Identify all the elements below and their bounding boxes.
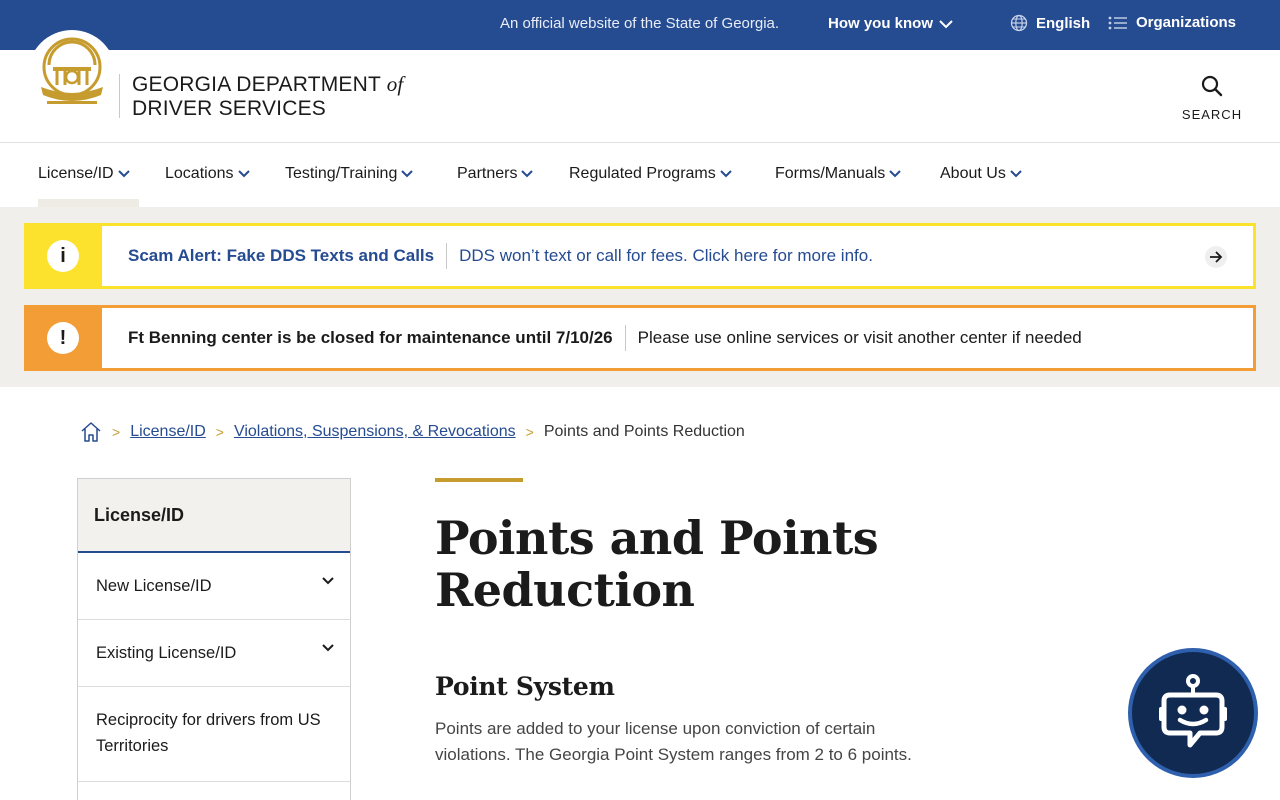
chevron-down-icon[interactable] <box>322 577 334 585</box>
official-website-text: An official website of the State of Geor… <box>500 15 780 32</box>
section-paragraph: Points are added to your license upon co… <box>435 719 912 764</box>
alert-title: Ft Benning center is be closed for maint… <box>128 325 626 351</box>
title-accent-bar <box>435 478 523 482</box>
list-icon <box>1108 16 1127 29</box>
chevron-right-icon: > <box>525 424 534 440</box>
nav-label: Regulated Programs <box>569 165 716 182</box>
breadcrumb-current: Points and Points Reduction <box>543 423 745 440</box>
nav-label: Testing/Training <box>285 165 398 182</box>
chevron-right-icon: > <box>215 424 224 440</box>
sidebar-heading[interactable]: License/ID <box>78 479 350 553</box>
exclamation-icon: ! <box>47 322 79 354</box>
sidebar-item-reciprocity[interactable]: Reciprocity for drivers from US Territor… <box>78 687 350 782</box>
alert-title: Scam Alert: Fake DDS Texts and Calls <box>128 243 448 269</box>
sidebar-item-label: Reciprocity for drivers from US Territor… <box>96 711 321 755</box>
search-icon <box>1201 75 1223 97</box>
logo-divider <box>119 74 120 118</box>
breadcrumb-link-license-id[interactable]: License/ID <box>130 423 206 441</box>
language-selector[interactable]: English <box>1010 14 1090 32</box>
home-icon[interactable] <box>80 421 102 443</box>
chatbot-button[interactable] <box>1128 648 1258 778</box>
site-header: GEORGIA DEPARTMENT of DRIVER SERVICES SE… <box>0 30 1280 143</box>
organizations-label: Organizations <box>1136 14 1237 31</box>
georgia-seal-logo[interactable] <box>28 30 116 118</box>
chevron-down-icon <box>521 170 534 178</box>
chevron-down-icon <box>720 170 732 178</box>
info-icon: i <box>47 240 79 272</box>
breadcrumb-link-violations[interactable]: Violations, Suspensions, & Revocations <box>234 423 516 441</box>
nav-license-id[interactable]: License/ID <box>38 165 130 183</box>
agency-name[interactable]: GEORGIA DEPARTMENT of DRIVER SERVICES <box>132 72 403 121</box>
nav-label: Partners <box>457 165 518 182</box>
section-heading: Point System <box>435 672 615 701</box>
how-you-know-label: How you know <box>828 15 933 32</box>
sidebar-item-label: New License/ID <box>96 577 212 595</box>
chevron-down-icon[interactable] <box>322 644 334 652</box>
nav-about-us[interactable]: About Us <box>940 165 1022 183</box>
organizations-link[interactable]: Organizations <box>1108 14 1236 31</box>
official-banner: An official website of the State of Geor… <box>0 0 1280 50</box>
alert-message: Please use online services or visit anot… <box>637 328 1082 347</box>
alerts-region: i Scam Alert: Fake DDS Texts and Calls D… <box>0 207 1280 387</box>
globe-icon <box>1010 14 1028 32</box>
nav-label: Forms/Manuals <box>775 165 886 182</box>
chevron-down-icon <box>401 170 414 178</box>
search-button[interactable]: SEARCH <box>1178 74 1246 122</box>
alert-message: DDS won’t text or call for fees. Click h… <box>459 246 873 265</box>
nav-partners[interactable]: Partners <box>457 165 534 183</box>
language-label: English <box>1036 14 1091 32</box>
arrow-right-icon[interactable] <box>1205 246 1227 268</box>
chevron-down-icon <box>889 170 901 178</box>
chevron-down-icon <box>939 19 953 28</box>
nav-label: License/ID <box>38 165 114 182</box>
alert-icon-box: i <box>24 226 102 286</box>
scam-alert-banner[interactable]: i Scam Alert: Fake DDS Texts and Calls D… <box>24 223 1256 289</box>
page-title: Points and Points Reduction <box>435 511 879 617</box>
nav-label: Locations <box>165 165 234 182</box>
nav-active-indicator <box>38 199 139 207</box>
chevron-down-icon <box>1010 170 1022 178</box>
alert-icon-box: ! <box>24 308 102 368</box>
nav-label: About Us <box>940 165 1006 182</box>
main-navigation: License/ID Locations Testing/Training Pa… <box>0 143 1280 207</box>
robot-chat-icon <box>1159 674 1227 748</box>
agency-name-line2: DRIVER SERVICES <box>132 97 326 120</box>
chevron-down-icon <box>237 170 250 178</box>
georgia-seal-icon <box>41 37 103 104</box>
sidebar-item-label: Existing License/ID <box>96 644 237 662</box>
agency-name-line1: GEORGIA DEPARTMENT <box>132 73 387 96</box>
sidebar-item-existing-license[interactable]: Existing License/ID <box>78 620 350 687</box>
chevron-down-icon <box>117 170 130 178</box>
how-you-know-toggle[interactable]: How you know <box>828 15 953 32</box>
agency-name-of: of <box>386 72 404 96</box>
search-label: SEARCH <box>1181 107 1243 122</box>
breadcrumb: > License/ID > Violations, Suspensions, … <box>80 421 745 443</box>
nav-regulated-programs[interactable]: Regulated Programs <box>569 165 732 183</box>
closure-alert-banner: ! Ft Benning center is be closed for mai… <box>24 305 1256 371</box>
nav-testing-training[interactable]: Testing/Training <box>285 165 414 183</box>
nav-locations[interactable]: Locations <box>165 165 250 183</box>
sidebar-item-new-license[interactable]: New License/ID <box>78 553 350 620</box>
nav-forms-manuals[interactable]: Forms/Manuals <box>775 165 901 183</box>
chevron-right-icon: > <box>112 424 121 440</box>
section-sidebar: License/ID New License/ID Existing Licen… <box>77 478 351 800</box>
